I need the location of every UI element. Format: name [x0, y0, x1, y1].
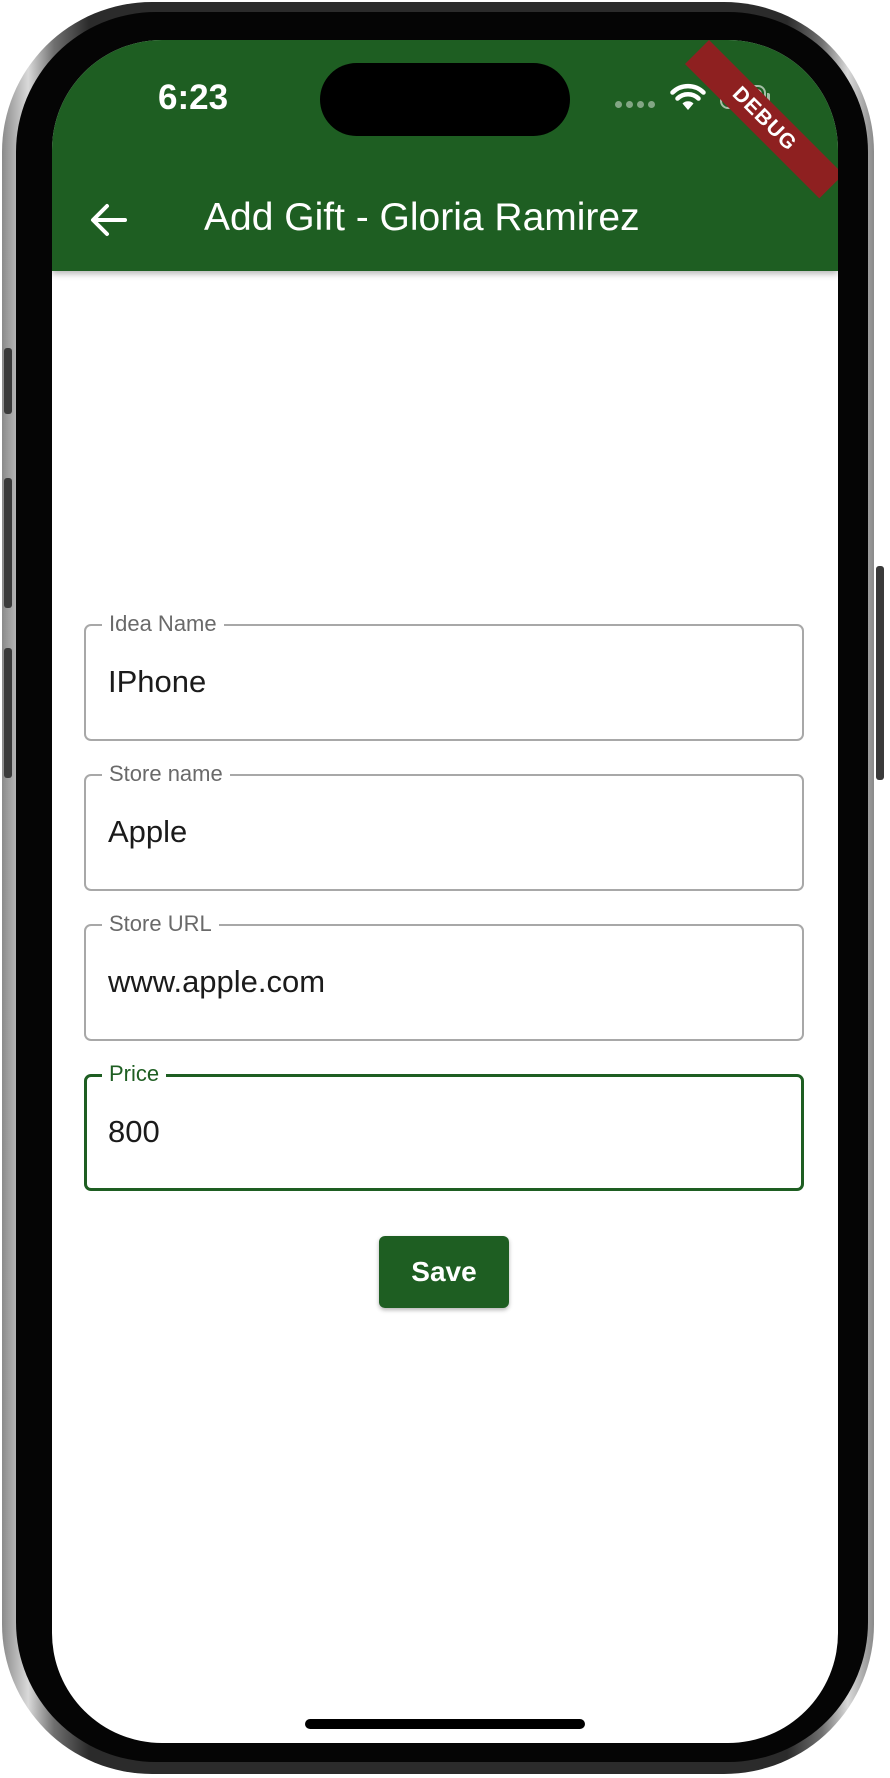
store-url-field[interactable]: Store URL www.apple.com — [84, 911, 804, 1041]
store-url-label: Store URL — [102, 911, 219, 937]
power-button — [876, 566, 884, 780]
price-input[interactable]: 800 — [108, 1110, 768, 1154]
volume-up-button — [4, 478, 12, 608]
action-button — [4, 348, 12, 414]
store-name-field[interactable]: Store name Apple — [84, 761, 804, 891]
phone-screen: 6:23 Add Gift - Gloria Ramirez DEBUG Ide… — [52, 40, 838, 1743]
idea-name-field[interactable]: Idea Name IPhone — [84, 611, 804, 741]
volume-down-button — [4, 648, 12, 778]
back-button[interactable] — [80, 192, 136, 248]
home-indicator[interactable] — [305, 1719, 585, 1729]
wifi-icon — [670, 83, 706, 110]
arrow-back-icon — [91, 204, 127, 236]
idea-name-input[interactable]: IPhone — [108, 660, 768, 704]
dynamic-island — [320, 63, 570, 136]
price-field[interactable]: Price 800 — [84, 1061, 804, 1191]
idea-name-label: Idea Name — [102, 611, 224, 637]
save-button[interactable]: Save — [379, 1236, 509, 1308]
store-name-label: Store name — [102, 761, 230, 787]
status-time: 6:23 — [158, 78, 229, 117]
page-title: Add Gift - Gloria Ramirez — [204, 196, 640, 239]
store-name-input[interactable]: Apple — [108, 810, 768, 854]
price-label: Price — [102, 1061, 167, 1087]
signal-dots-icon — [615, 101, 657, 109]
store-url-input[interactable]: www.apple.com — [108, 960, 768, 1004]
